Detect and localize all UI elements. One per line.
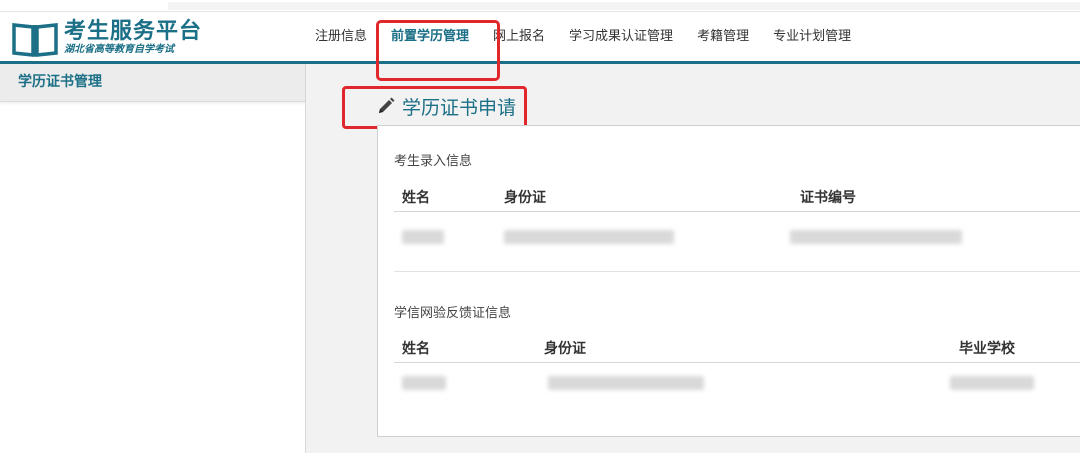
col-certificate-no: 证书编号 xyxy=(800,190,856,206)
nav-item-registration[interactable]: 注册信息 xyxy=(303,12,379,62)
section-divider xyxy=(394,271,1080,272)
nav-item-achievement-certification[interactable]: 学习成果认证管理 xyxy=(557,12,685,62)
certificate-panel: 考生录入信息 姓名 身份证 证书编号 学信网验反馈证信息 姓名 身份证 毕业学校 xyxy=(377,125,1080,437)
redacted-name xyxy=(402,230,444,244)
table-header-feedback: 姓名 身份证 毕业学校 xyxy=(394,331,1080,363)
nav-item-major-plan[interactable]: 专业计划管理 xyxy=(761,12,863,62)
section-chsi-feedback-title: 学信网验反馈证信息 xyxy=(394,306,512,321)
table-header-entered: 姓名 身份证 证书编号 xyxy=(394,180,1080,212)
redacted-school xyxy=(950,376,1034,390)
title-highlight-box xyxy=(342,86,527,129)
col-id-card: 身份证 xyxy=(544,341,586,357)
nav-item-status-management[interactable]: 考籍管理 xyxy=(685,12,761,62)
redacted-id xyxy=(504,230,674,244)
sidebar: 学历证书管理 xyxy=(0,64,306,453)
top-light-bar xyxy=(168,2,1080,10)
logo-subtitle: 湖北省高等教育自学考试 xyxy=(64,44,174,55)
redacted-cert-no xyxy=(790,230,962,244)
section-entered-info-title: 考生录入信息 xyxy=(394,154,473,169)
redacted-id xyxy=(548,376,704,390)
redacted-name xyxy=(402,376,446,390)
sidebar-header[interactable]: 学历证书管理 xyxy=(0,64,305,102)
browser-top-strip xyxy=(0,0,1080,12)
col-id-card: 身份证 xyxy=(504,190,546,206)
logo-title: 考生服务平台 xyxy=(64,19,203,44)
nav-highlight-box xyxy=(376,20,500,81)
logo[interactable]: 考生服务平台 湖北省高等教育自学考试 xyxy=(12,16,202,60)
col-graduate-school: 毕业学校 xyxy=(959,341,1015,357)
col-name: 姓名 xyxy=(402,341,430,357)
open-book-icon xyxy=(12,23,58,57)
col-name: 姓名 xyxy=(402,190,430,206)
